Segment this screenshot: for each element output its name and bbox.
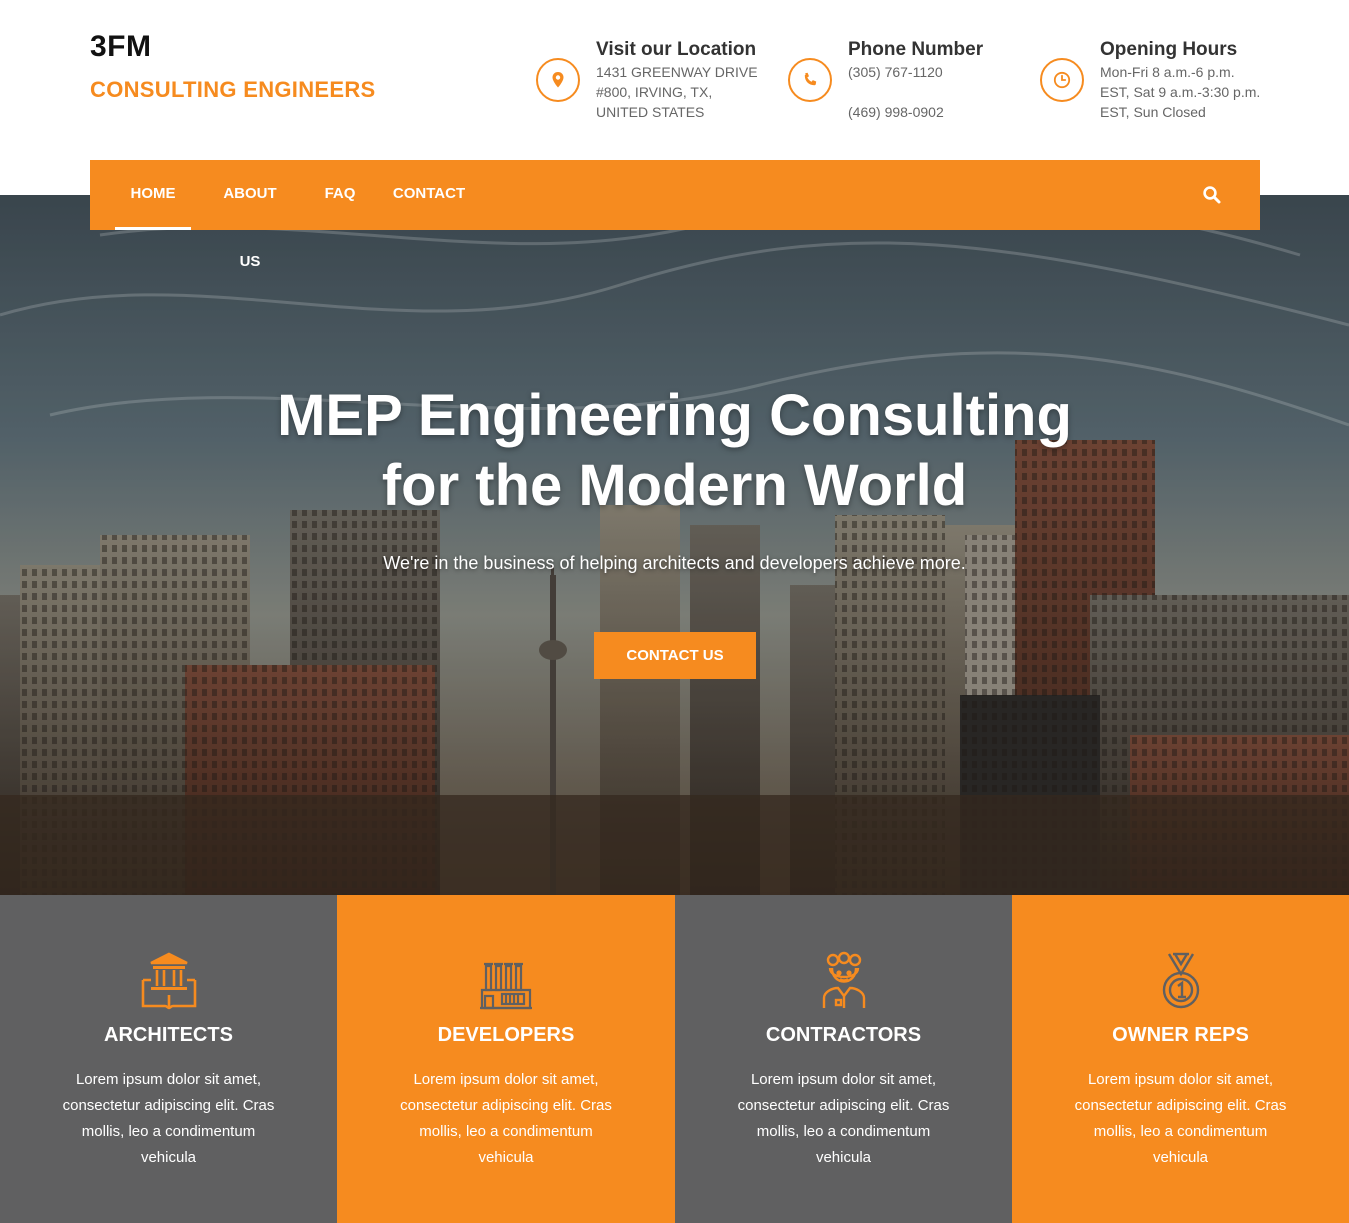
main-nav: HOME ABOUT US FAQ CONTACT <box>90 160 1260 270</box>
feature-title: ARCHITECTS <box>104 1024 233 1046</box>
hours-info: Opening Hours Mon-Fri 8 a.m.-6 p.m. EST,… <box>1040 38 1260 122</box>
hero-title-line: for the Modern World <box>381 453 968 518</box>
feature-title: CONTRACTORS <box>765 1024 922 1046</box>
phone-number[interactable]: (469) 998-0902 <box>848 102 983 122</box>
medal-icon <box>1151 950 1211 1012</box>
hero-title-line: MEP Engineering Consulting <box>277 383 1072 448</box>
feature-description: Lorem ipsum dolor sit amet, consectetur … <box>62 1071 275 1166</box>
nav-item-contact[interactable]: CONTACT <box>392 160 466 230</box>
phone-title: Phone Number <box>848 39 984 60</box>
phone-spacer <box>848 82 983 102</box>
city-skyline-image <box>0 195 1349 895</box>
features-section: ARCHITECTS Lorem ipsum dolor sit amet, c… <box>0 895 1349 1223</box>
location-line: UNITED STATES <box>596 104 705 120</box>
location-line: 1431 GREENWAY DRIVE <box>596 64 758 80</box>
feature-owner-reps[interactable]: OWNER REPS Lorem ipsum dolor sit amet, c… <box>1012 895 1349 1223</box>
location-info: Visit our Location 1431 GREENWAY DRIVE #… <box>536 38 758 122</box>
feature-description: Lorem ipsum dolor sit amet, consectetur … <box>737 1071 950 1166</box>
feature-description: Lorem ipsum dolor sit amet, consectetur … <box>1074 1071 1287 1166</box>
hours-line: EST, Sat 9 a.m.-3:30 p.m. <box>1100 84 1261 100</box>
search-icon[interactable] <box>1202 185 1222 205</box>
nav-item-about-us[interactable]: ABOUT US <box>212 160 288 270</box>
location-title: Visit our Location <box>596 39 757 60</box>
map-pin-icon <box>536 58 580 102</box>
bank-book-icon <box>139 950 199 1012</box>
engineer-icon <box>814 950 874 1012</box>
contact-us-button[interactable]: CONTACT US <box>594 632 756 679</box>
hours-line: EST, Sun Closed <box>1100 104 1206 120</box>
clock-icon <box>1040 58 1084 102</box>
feature-description: Lorem ipsum dolor sit amet, consectetur … <box>400 1071 612 1166</box>
feature-developers[interactable]: DEVELOPERS Lorem ipsum dolor sit amet, c… <box>337 895 675 1223</box>
nav-item-faq[interactable]: FAQ <box>320 160 360 230</box>
logo-tagline[interactable]: CONSULTING ENGINEERS <box>90 77 376 103</box>
feature-contractors[interactable]: CONTRACTORS Lorem ipsum dolor sit amet, … <box>675 895 1012 1223</box>
feature-architects[interactable]: ARCHITECTS Lorem ipsum dolor sit amet, c… <box>0 895 337 1223</box>
nav-item-home[interactable]: HOME <box>115 160 191 230</box>
hero-subtitle: We're in the business of helping archite… <box>383 553 966 573</box>
logo-title[interactable]: 3FM <box>90 30 152 64</box>
phone-number[interactable]: (305) 767-1120 <box>848 62 983 82</box>
hero-title: MEP Engineering Consulting for the Moder… <box>0 381 1349 521</box>
location-line: #800, IRVING, TX, <box>596 84 713 100</box>
phone-icon <box>788 58 832 102</box>
phone-info: Phone Number (305) 767-1120 (469) 998-09… <box>788 38 983 122</box>
factory-icon <box>476 950 536 1012</box>
feature-title: OWNER REPS <box>1112 1024 1249 1046</box>
hours-line: Mon-Fri 8 a.m.-6 p.m. <box>1100 64 1235 80</box>
feature-title: DEVELOPERS <box>437 1024 575 1046</box>
hours-title: Opening Hours <box>1100 39 1238 60</box>
hero-banner: MEP Engineering Consulting for the Moder… <box>0 195 1349 895</box>
